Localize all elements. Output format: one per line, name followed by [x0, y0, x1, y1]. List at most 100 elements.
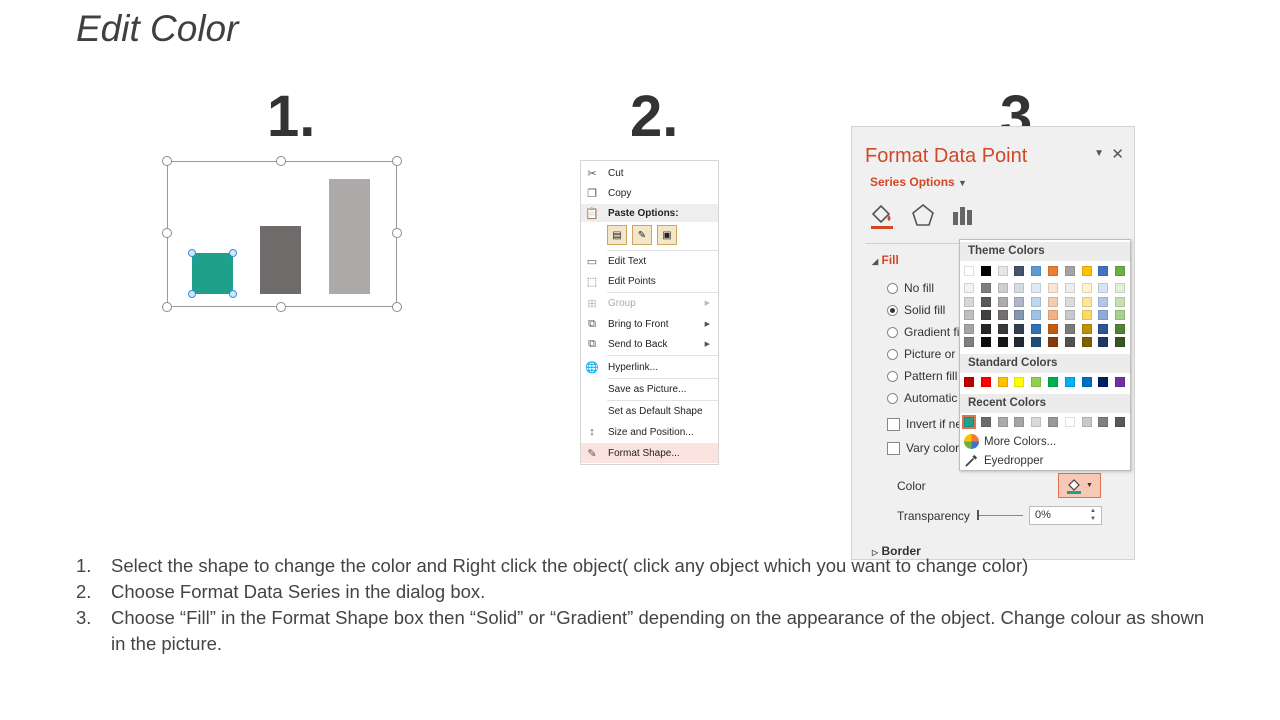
theme-shade-swatch[interactable] — [1081, 323, 1092, 334]
radio-button[interactable] — [887, 370, 898, 382]
resize-handle-top[interactable] — [276, 156, 286, 166]
menu-item-set-default-shape[interactable]: Set as Default Shape — [581, 401, 718, 421]
option-solid-fill[interactable]: Solid fill — [887, 303, 945, 317]
standard-color-swatch[interactable] — [964, 377, 974, 387]
theme-color-swatch[interactable] — [980, 266, 991, 276]
series-options-tab-icon[interactable] — [950, 202, 976, 230]
resize-handle-top-right[interactable] — [392, 156, 402, 166]
radio-button[interactable] — [887, 348, 898, 360]
theme-shade-swatch[interactable] — [1014, 337, 1025, 347]
theme-shade-swatch[interactable] — [1048, 283, 1058, 293]
recent-color-swatch[interactable] — [962, 415, 976, 429]
theme-color-swatch[interactable] — [964, 266, 974, 276]
paste-keep-source-icon[interactable]: ▤ — [607, 225, 627, 245]
transparency-slider-thumb[interactable] — [977, 510, 979, 520]
standard-color-swatch[interactable] — [1048, 377, 1058, 387]
bar-handle[interactable] — [188, 290, 196, 298]
recent-color-swatch[interactable] — [1064, 417, 1075, 427]
menu-item-bring-to-front[interactable]: ⧉ Bring to Front ▶ — [581, 314, 718, 334]
checkbox[interactable] — [887, 441, 900, 455]
resize-handle-bottom-right[interactable] — [392, 302, 402, 312]
theme-shade-swatch[interactable] — [1081, 296, 1092, 307]
theme-shade-swatch[interactable] — [980, 310, 991, 320]
recent-color-swatch[interactable] — [1048, 417, 1058, 427]
menu-item-edit-text[interactable]: ▭ Edit Text — [581, 251, 718, 271]
theme-shade-swatch[interactable] — [1048, 296, 1058, 307]
theme-shade-swatch[interactable] — [997, 296, 1008, 307]
standard-color-swatch[interactable] — [1098, 377, 1109, 387]
standard-color-swatch[interactable] — [997, 377, 1008, 387]
radio-button[interactable] — [887, 392, 898, 404]
recent-color-swatch[interactable] — [1098, 417, 1109, 427]
theme-shade-swatch[interactable] — [1115, 323, 1126, 334]
menu-item-edit-points[interactable]: ⬚ Edit Points — [581, 271, 718, 291]
theme-color-swatch[interactable] — [1031, 266, 1042, 276]
theme-shade-swatch[interactable] — [1048, 337, 1058, 347]
theme-shade-swatch[interactable] — [1031, 323, 1042, 334]
theme-shade-swatch[interactable] — [1014, 323, 1025, 334]
theme-shade-swatch[interactable] — [1081, 337, 1092, 347]
theme-shade-swatch[interactable] — [1098, 310, 1109, 320]
radio-button[interactable] — [887, 282, 898, 294]
option-picture-fill[interactable]: Picture or — [887, 347, 955, 361]
theme-shade-swatch[interactable] — [1115, 283, 1126, 293]
theme-shade-swatch[interactable] — [1014, 310, 1025, 320]
standard-color-swatch[interactable] — [1115, 377, 1126, 387]
recent-color-swatch[interactable] — [1081, 417, 1092, 427]
recent-color-swatch[interactable] — [997, 417, 1008, 427]
option-automatic[interactable]: Automatic — [887, 391, 957, 405]
paste-picture-icon[interactable]: ▣ — [657, 225, 677, 245]
theme-shade-swatch[interactable] — [1098, 323, 1109, 334]
paste-destination-icon[interactable]: ✎ — [632, 225, 652, 245]
menu-item-cut[interactable]: ✂ Cut — [581, 163, 718, 183]
fill-section-header[interactable]: ◢ Fill — [872, 253, 899, 267]
chart-selection-box[interactable] — [162, 156, 402, 312]
menu-item-size-and-position[interactable]: ↕ Size and Position... — [581, 422, 718, 442]
series-options-dropdown[interactable]: Series Options ▼ — [870, 175, 967, 189]
theme-shade-swatch[interactable] — [1048, 323, 1058, 334]
checkbox-vary-colors[interactable]: Vary colors — [887, 441, 965, 455]
menu-item-hyperlink[interactable]: 🌐 Hyperlink... — [581, 357, 718, 377]
fill-color-button[interactable]: ▼ — [1058, 473, 1101, 498]
fill-line-tab-icon[interactable] — [868, 202, 896, 230]
resize-handle-left[interactable] — [162, 228, 172, 238]
bar-dark-gray[interactable] — [260, 226, 301, 294]
pane-options-dropdown-icon[interactable]: ▼ — [1094, 148, 1104, 159]
theme-shade-swatch[interactable] — [1031, 337, 1042, 347]
theme-color-swatch[interactable] — [1064, 266, 1075, 276]
theme-shade-swatch[interactable] — [1098, 283, 1109, 293]
menu-item-send-to-back[interactable]: ⧉ Send to Back ▶ — [581, 334, 718, 354]
theme-shade-swatch[interactable] — [1115, 296, 1126, 307]
theme-shade-swatch[interactable] — [1048, 310, 1058, 320]
theme-shade-swatch[interactable] — [1098, 296, 1109, 307]
theme-color-swatch[interactable] — [1098, 266, 1109, 276]
option-no-fill[interactable]: No fill — [887, 281, 934, 295]
theme-shade-swatch[interactable] — [964, 323, 974, 334]
recent-color-swatch[interactable] — [980, 417, 991, 427]
theme-shade-swatch[interactable] — [980, 296, 991, 307]
theme-shade-swatch[interactable] — [1115, 337, 1126, 347]
theme-color-swatch[interactable] — [1081, 266, 1092, 276]
theme-shade-swatch[interactable] — [1064, 283, 1075, 293]
eyedropper-item[interactable]: Eyedropper — [964, 453, 1043, 468]
theme-shade-swatch[interactable] — [1081, 310, 1092, 320]
theme-shade-swatch[interactable] — [980, 323, 991, 334]
transparency-slider[interactable] — [978, 515, 1023, 516]
theme-shade-swatch[interactable] — [1014, 296, 1025, 307]
recent-color-swatch[interactable] — [1031, 417, 1042, 427]
theme-shade-swatch[interactable] — [1031, 283, 1042, 293]
theme-shade-swatch[interactable] — [1064, 323, 1075, 334]
standard-color-swatch[interactable] — [1064, 377, 1075, 387]
theme-shade-swatch[interactable] — [1031, 296, 1042, 307]
theme-shade-swatch[interactable] — [997, 337, 1008, 347]
theme-color-swatch[interactable] — [1115, 266, 1126, 276]
option-gradient-fill[interactable]: Gradient fi — [887, 325, 959, 339]
recent-color-swatch[interactable] — [1115, 417, 1126, 427]
theme-shade-swatch[interactable] — [997, 283, 1008, 293]
close-icon[interactable]: ✕ — [1111, 145, 1124, 163]
theme-shade-swatch[interactable] — [964, 296, 974, 307]
menu-item-format-shape[interactable]: ✎ Format Shape... — [581, 443, 718, 463]
theme-shade-swatch[interactable] — [1081, 283, 1092, 293]
resize-handle-right[interactable] — [392, 228, 402, 238]
theme-shade-swatch[interactable] — [1064, 310, 1075, 320]
